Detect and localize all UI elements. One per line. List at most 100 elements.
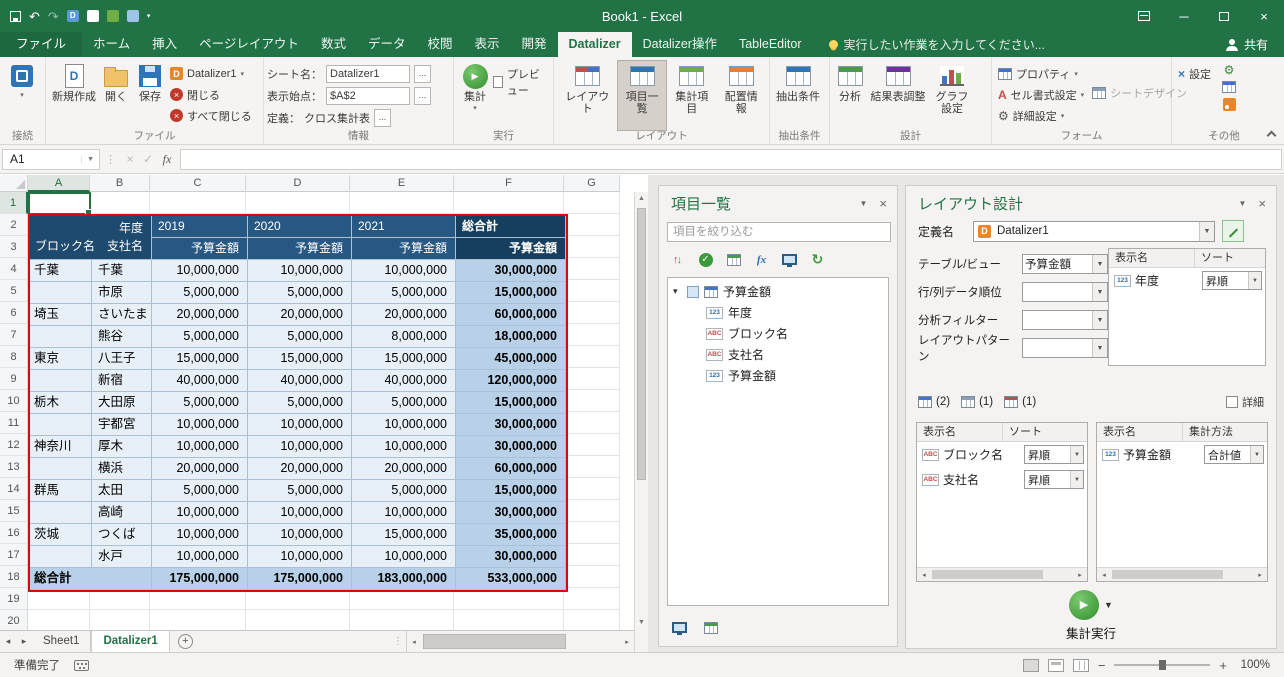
formula-input[interactable]	[180, 149, 1282, 170]
branch-cell[interactable]: 太田	[92, 480, 152, 502]
cell[interactable]	[90, 192, 150, 214]
branch-cell[interactable]: 横浜	[92, 458, 152, 480]
select-all-button[interactable]	[0, 175, 28, 192]
row-header-7[interactable]: 7	[0, 324, 28, 346]
value-cell[interactable]: 10,000,000	[152, 524, 248, 546]
row-total-cell[interactable]: 30,000,000	[456, 260, 566, 282]
placement-info-button[interactable]: 配置情報	[716, 60, 766, 131]
close-panel-icon[interactable]: ×	[879, 196, 887, 211]
definition-select[interactable]: D Datalizer1 ▼	[973, 221, 1215, 242]
column-header-A[interactable]: A	[28, 175, 90, 192]
cell[interactable]	[150, 610, 246, 632]
cell[interactable]	[246, 192, 350, 214]
expander-icon[interactable]: ▾	[673, 286, 682, 297]
preview-checkbox[interactable]: プレビュー	[493, 66, 550, 98]
value-cell[interactable]: 10,000,000	[248, 524, 352, 546]
settings-button[interactable]: × 設定	[1175, 64, 1214, 83]
tree-item[interactable]: ABCブロック名	[668, 323, 888, 344]
tab-数式[interactable]: 数式	[310, 32, 357, 57]
tab-Datalizer[interactable]: Datalizer	[558, 32, 632, 57]
sheet-tab-Datalizer1[interactable]: Datalizer1	[91, 631, 169, 652]
prev-sheet-icon[interactable]: ◂	[0, 631, 16, 652]
addin-icon-4[interactable]	[127, 10, 139, 22]
tree-item[interactable]: ABC支社名	[668, 344, 888, 365]
row-header-15[interactable]: 15	[0, 500, 28, 522]
sort-condition-icon[interactable]: ↑↓	[667, 249, 688, 270]
value-cell[interactable]: 20,000,000	[248, 304, 352, 326]
field-row[interactable]: 123年度昇順▼	[1109, 268, 1265, 293]
root-checkbox[interactable]	[687, 286, 699, 298]
value-cell[interactable]: 5,000,000	[152, 392, 248, 414]
value-items-icon[interactable]	[1004, 396, 1018, 408]
value-cell[interactable]: 10,000,000	[152, 546, 248, 568]
block-cell[interactable]	[30, 414, 92, 436]
block-cell[interactable]: 栃木	[30, 392, 92, 414]
scroll-right-icon[interactable]: ▸	[620, 638, 634, 646]
row-total-cell[interactable]: 30,000,000	[456, 546, 566, 568]
block-cell[interactable]: 東京	[30, 348, 92, 370]
scroll-thumb[interactable]	[932, 570, 1043, 579]
branch-cell[interactable]: 千葉	[92, 260, 152, 282]
detail-checkbox[interactable]: 詳細	[1226, 394, 1264, 410]
cell[interactable]	[28, 610, 90, 632]
aggregate-items-button[interactable]: 集計項目	[667, 60, 717, 131]
cell[interactable]	[564, 522, 620, 544]
value-cell[interactable]: 20,000,000	[248, 458, 352, 480]
properties-button[interactable]: プロパティ ▾	[995, 64, 1087, 83]
row-header-14[interactable]: 14	[0, 478, 28, 500]
tree-root[interactable]: ▾予算金額	[668, 281, 888, 302]
field-select-0[interactable]: 予算金額▼	[1022, 254, 1108, 274]
cell[interactable]	[564, 588, 620, 610]
value-cell[interactable]: 5,000,000	[248, 326, 352, 348]
edit-definition-icon[interactable]	[1222, 220, 1244, 242]
customize-qat-icon[interactable]: ▾	[147, 12, 151, 20]
value-cell[interactable]: 15,000,000	[248, 348, 352, 370]
branch-cell[interactable]: つくば	[92, 524, 152, 546]
block-cell[interactable]: 群馬	[30, 480, 92, 502]
name-box[interactable]: A1 ▼	[2, 149, 100, 170]
cell[interactable]	[564, 214, 620, 236]
row-header-1[interactable]: 1	[0, 192, 28, 214]
block-cell[interactable]	[30, 458, 92, 480]
branch-cell[interactable]: 八王子	[92, 348, 152, 370]
column-header-D[interactable]: D	[246, 175, 350, 192]
row-total-cell[interactable]: 15,000,000	[456, 480, 566, 502]
row-total-cell[interactable]: 35,000,000	[456, 524, 566, 546]
branch-cell[interactable]: 市原	[92, 282, 152, 304]
normal-view-icon[interactable]	[1023, 659, 1039, 672]
measure-header[interactable]: 予算金額	[352, 238, 456, 260]
origin-more-button[interactable]: ...	[414, 87, 431, 105]
horizontal-scrollbar[interactable]: ◂▸	[1097, 567, 1267, 581]
block-cell[interactable]	[30, 502, 92, 524]
scroll-left-icon[interactable]: ◂	[407, 638, 421, 646]
result-adjust-button[interactable]: 結果表調整	[867, 60, 929, 131]
block-cell[interactable]: 千葉	[30, 260, 92, 282]
measure-header[interactable]: 予算金額	[152, 238, 248, 260]
value-cell[interactable]: 5,000,000	[248, 480, 352, 502]
run-aggregate-button[interactable]: ▶	[1069, 590, 1099, 620]
scroll-right-icon[interactable]: ▸	[1073, 571, 1087, 579]
column-header-F[interactable]: F	[454, 175, 564, 192]
field-row[interactable]: ABC支社名昇順▼	[917, 467, 1087, 492]
value-cell[interactable]: 20,000,000	[352, 304, 456, 326]
branch-cell[interactable]: 高崎	[92, 502, 152, 524]
analysis-button[interactable]: 分析	[833, 60, 867, 131]
feed-icon[interactable]	[1223, 98, 1236, 111]
row-header-17[interactable]: 17	[0, 544, 28, 566]
row-header-4[interactable]: 4	[0, 258, 28, 280]
cell[interactable]	[564, 500, 620, 522]
tab-データ[interactable]: データ	[357, 32, 417, 57]
origin-input[interactable]: $A$2	[326, 87, 410, 105]
status-indicator-icon[interactable]	[74, 660, 89, 671]
cell[interactable]	[350, 610, 454, 632]
new-button[interactable]: D 新規作成	[49, 60, 99, 131]
value-cell[interactable]: 5,000,000	[352, 282, 456, 304]
measure-header[interactable]: 予算金額	[456, 238, 566, 260]
item-filter-input[interactable]	[667, 222, 891, 242]
cell[interactable]	[564, 258, 620, 280]
connect-button[interactable]: ▾	[3, 60, 41, 131]
row-header-8[interactable]: 8	[0, 346, 28, 368]
chart-settings-button[interactable]: グラフ設定	[929, 60, 975, 131]
value-cell[interactable]: 40,000,000	[352, 370, 456, 392]
cancel-icon[interactable]: ×	[121, 152, 139, 166]
